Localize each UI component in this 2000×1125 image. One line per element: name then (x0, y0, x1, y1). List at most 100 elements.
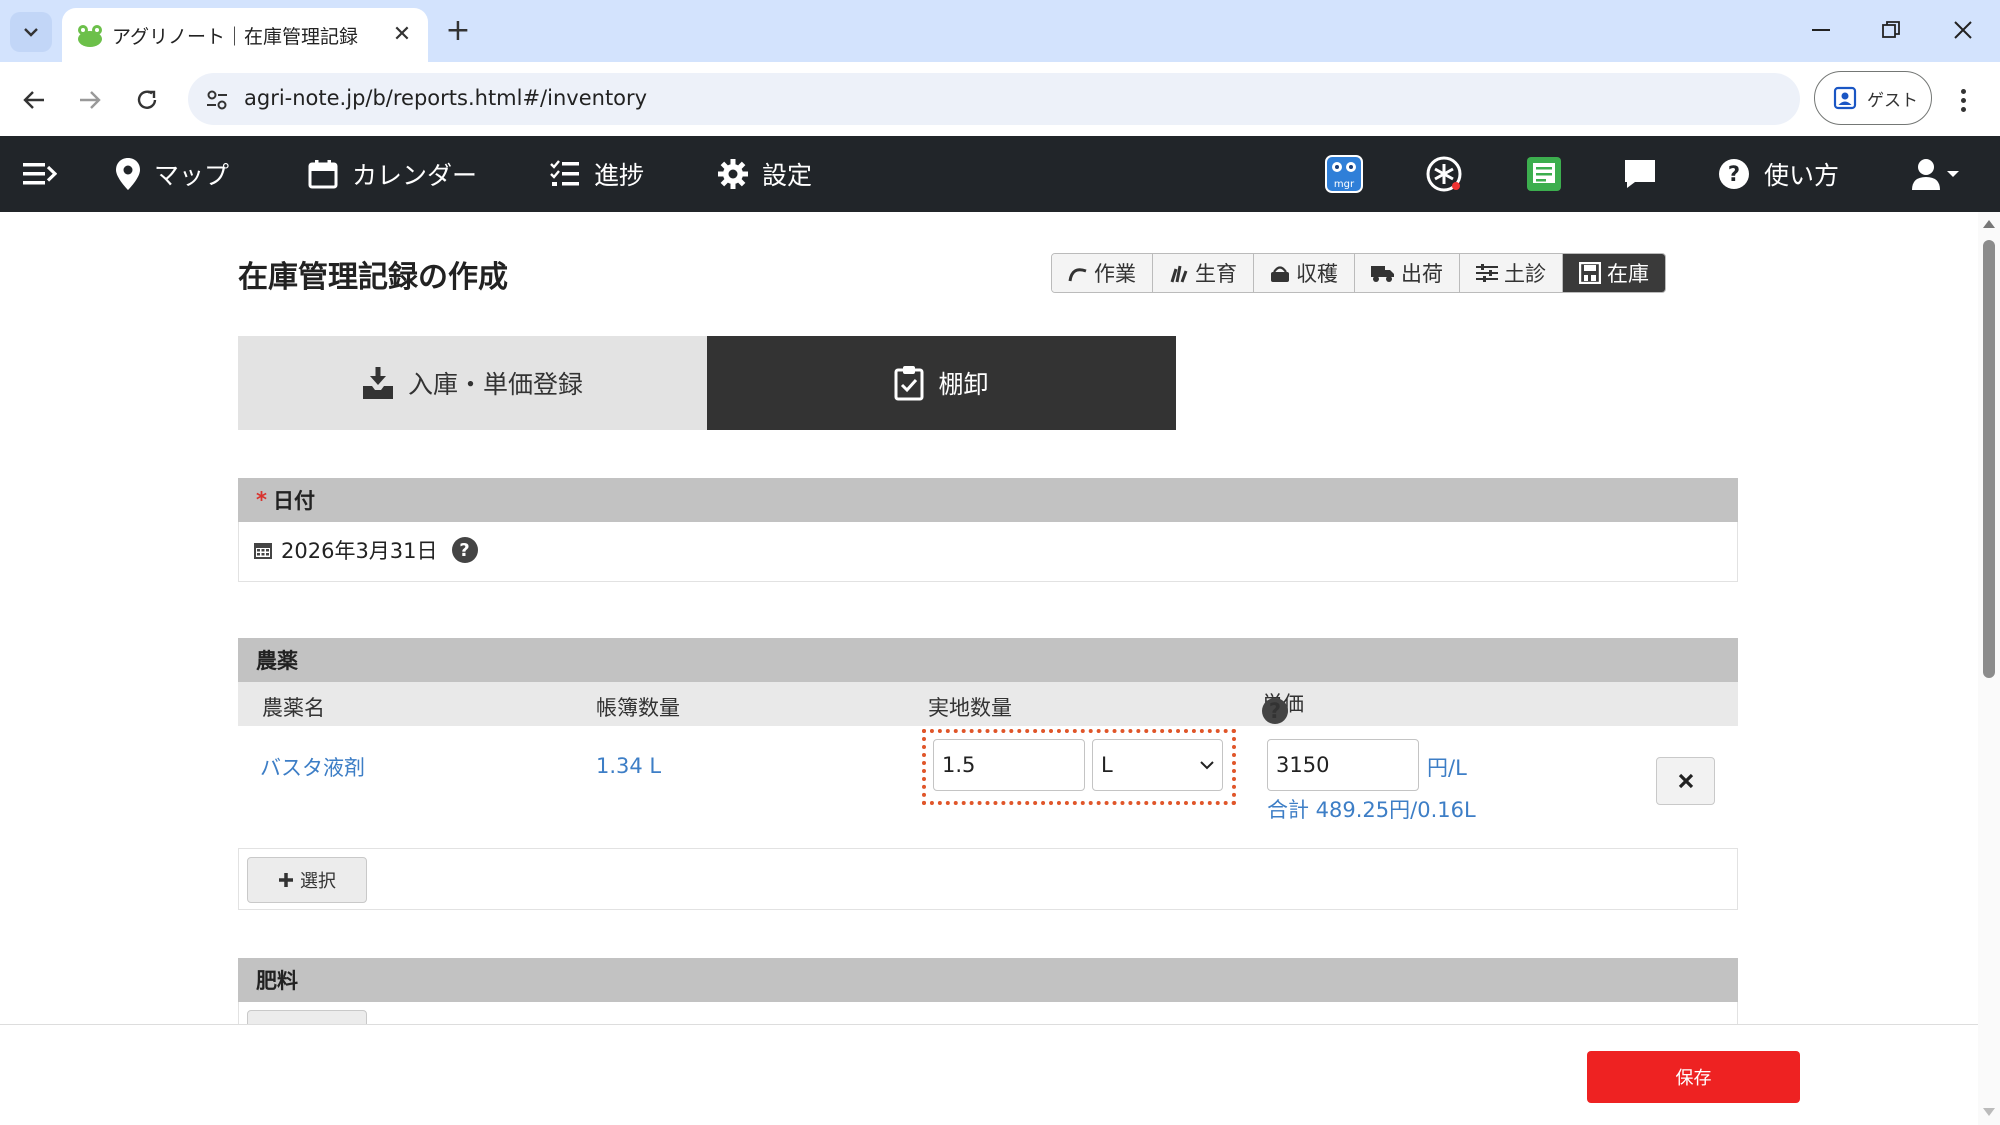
minimize-button[interactable] (1796, 10, 1846, 50)
unit-price-help-icon[interactable]: ? (1262, 698, 1288, 724)
tab-close-icon[interactable]: ✕ (388, 20, 416, 48)
tab-stocktaking[interactable]: 棚卸 (707, 336, 1176, 430)
nav-progress-label: 進捗 (594, 161, 645, 190)
browser-tab[interactable]: アグリノート｜在庫管理記録 ✕ (62, 8, 428, 62)
chat-bubble-icon (1625, 160, 1655, 188)
chevron-down-icon (1200, 760, 1214, 769)
unit-select-value: L (1101, 753, 1113, 777)
tab-search-button[interactable] (10, 12, 52, 52)
date-section-label: 日付 (272, 489, 315, 513)
nav-help[interactable]: ? 使い方 (1718, 136, 1839, 212)
profile-button[interactable]: ゲスト (1814, 71, 1932, 125)
scroll-up-arrow[interactable] (1983, 220, 1995, 228)
frog-favicon-icon (78, 25, 102, 47)
site-settings-icon (207, 90, 227, 110)
gear-icon (718, 159, 748, 189)
type-soil-button[interactable]: 土診 (1460, 254, 1563, 292)
date-help-icon[interactable]: ? (451, 537, 478, 563)
vertical-scrollbar[interactable] (1978, 212, 2000, 1125)
type-inventory-button[interactable]: 在庫 (1563, 254, 1665, 292)
book-qty-value: 1.34 L (596, 754, 662, 778)
nav-map[interactable]: マップ (116, 136, 229, 212)
date-section-body: 2026年3月31日 ? (238, 522, 1738, 582)
close-window-button[interactable] (1938, 10, 1988, 50)
pesticide-table-header: 農薬名 帳簿数量 実地数量 単価 ? (238, 682, 1738, 726)
calendar-small-icon (254, 543, 272, 559)
pesticide-book-button[interactable] (1522, 152, 1566, 196)
chemical-search-button[interactable] (1422, 152, 1466, 196)
date-value: 2026年3月31日 (281, 539, 438, 563)
restore-button[interactable] (1866, 10, 1916, 50)
download-tray-icon (362, 367, 393, 399)
calendar-icon (308, 160, 338, 189)
nav-settings[interactable]: 設定 (718, 136, 812, 212)
scroll-down-arrow[interactable] (1983, 1108, 1995, 1116)
pesticide-select-button[interactable]: 選択 (247, 857, 367, 903)
fertilizer-section-header: 肥料 (238, 958, 1738, 1002)
tab-stock-in[interactable]: 入庫・単価登録 (238, 336, 707, 430)
nav-progress[interactable]: 進捗 (550, 136, 644, 212)
sliders-icon (1476, 264, 1498, 282)
pesticide-name-link[interactable]: バスタ液剤 (260, 752, 365, 782)
save-button[interactable]: 保存 (1587, 1051, 1800, 1103)
forward-button[interactable] (70, 80, 110, 120)
pesticide-section-label: 農薬 (256, 649, 298, 673)
main-content: 在庫管理記録の作成 作業 生育 収穫 出荷 土診 在庫 入庫・単価登録 棚卸 *… (0, 212, 1978, 1125)
basket-icon (1271, 266, 1289, 282)
col-book-qty: 帳簿数量 (596, 696, 680, 720)
arrow-left-icon (23, 91, 44, 109)
checklist-icon (550, 160, 579, 186)
type-work-button[interactable]: 作業 (1052, 254, 1153, 292)
user-menu-button[interactable] (1906, 152, 1966, 196)
tab-title: アグリノート｜在庫管理記録 (112, 26, 359, 48)
date-section-header: * 日付 (238, 478, 1738, 522)
scroll-thumb[interactable] (1983, 240, 1995, 678)
nav-calendar[interactable]: カレンダー (308, 136, 477, 212)
unit-price-input[interactable]: 3150 (1267, 739, 1419, 791)
chemical-icon (1426, 156, 1462, 192)
fertilizer-section-label: 肥料 (256, 969, 298, 993)
required-mark: * (256, 488, 267, 512)
type-growth-button[interactable]: 生育 (1153, 254, 1254, 292)
menu-toggle-icon (23, 163, 57, 185)
truck-icon (1371, 266, 1394, 282)
record-type-switcher: 作業 生育 収穫 出荷 土診 在庫 (1051, 253, 1666, 293)
inventory-icon (1579, 262, 1601, 284)
reload-icon (137, 90, 157, 109)
minimize-icon (1812, 29, 1830, 31)
profile-icon (1833, 86, 1857, 110)
remove-row-button[interactable] (1656, 757, 1715, 805)
app-navbar: マップ カレンダー 進捗 設定 mgr ? 使い方 (0, 136, 2000, 212)
messages-button[interactable] (1618, 152, 1662, 196)
type-shipping-button[interactable]: 出荷 (1355, 254, 1460, 292)
chevron-down-icon (24, 28, 38, 37)
user-icon (1912, 159, 1959, 190)
manager-app-button[interactable]: mgr (1322, 152, 1366, 196)
close-icon (1954, 21, 1972, 39)
browser-menu-button[interactable] (1948, 80, 1978, 120)
tab-stock-in-label: 入庫・単価登録 (407, 370, 583, 399)
browser-tab-bar: アグリノート｜在庫管理記録 ✕ + (0, 0, 2000, 62)
inventory-mode-tabs: 入庫・単価登録 棚卸 (238, 336, 1176, 430)
back-button[interactable] (14, 80, 54, 120)
type-harvest-button[interactable]: 収穫 (1254, 254, 1355, 292)
date-picker[interactable]: 2026年3月31日 ? (253, 535, 478, 565)
page-title: 在庫管理記録の作成 (238, 260, 508, 295)
unit-select[interactable]: L (1092, 739, 1223, 791)
green-book-icon (1527, 157, 1561, 191)
nav-help-label: 使い方 (1764, 161, 1840, 190)
sickle-icon (1068, 268, 1087, 282)
sidebar-toggle-button[interactable] (18, 152, 62, 196)
actual-qty-input[interactable]: 1.5 (933, 739, 1085, 791)
question-circle-icon: ? (1719, 159, 1749, 189)
plus-icon (279, 873, 293, 887)
reload-button[interactable] (127, 80, 167, 120)
col-actual-qty: 実地数量 (928, 696, 1012, 720)
mgr-app-icon: mgr (1325, 155, 1363, 193)
address-bar-row: agri-note.jp/b/reports.html#/inventory ゲ… (0, 62, 2000, 136)
url-text: agri-note.jp/b/reports.html#/inventory (244, 86, 648, 110)
url-bar[interactable]: agri-note.jp/b/reports.html#/inventory (188, 73, 1800, 125)
nav-calendar-label: カレンダー (352, 161, 478, 190)
sprout-icon (1170, 265, 1188, 283)
new-tab-button[interactable]: + (440, 12, 476, 48)
